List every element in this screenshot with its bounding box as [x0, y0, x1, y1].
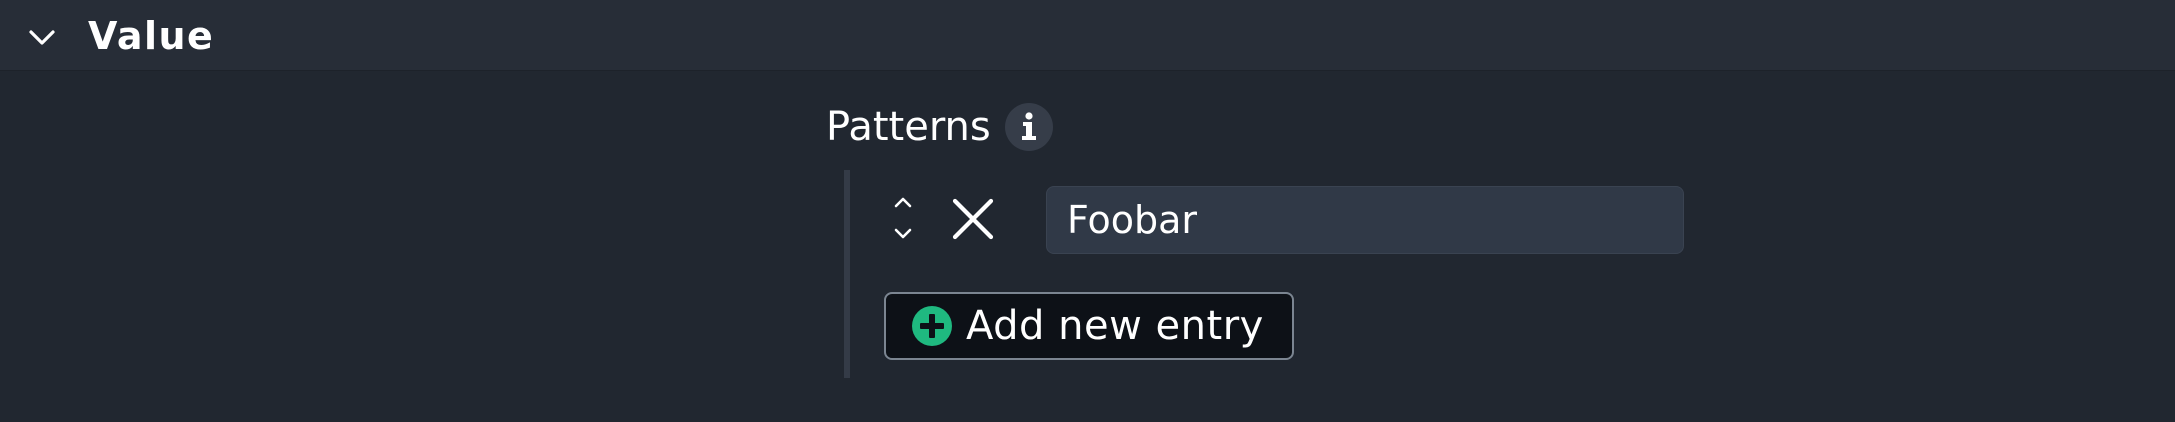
close-icon[interactable] [950, 196, 996, 242]
add-new-entry-button[interactable]: Add new entry [884, 292, 1294, 360]
pattern-entry-input[interactable] [1046, 186, 1684, 254]
plus-circle-icon [912, 306, 952, 346]
reorder-icon[interactable] [890, 194, 916, 242]
field-label: Patterns [826, 104, 991, 150]
section-title: Value [88, 14, 215, 58]
info-icon[interactable] [1004, 103, 1053, 151]
field-label-row: Patterns [826, 102, 1053, 152]
section-header[interactable]: Value [0, 0, 2175, 71]
entries-indent-bar [844, 170, 850, 378]
chevron-down-icon[interactable] [26, 21, 58, 53]
add-new-entry-label: Add new entry [966, 303, 1264, 349]
